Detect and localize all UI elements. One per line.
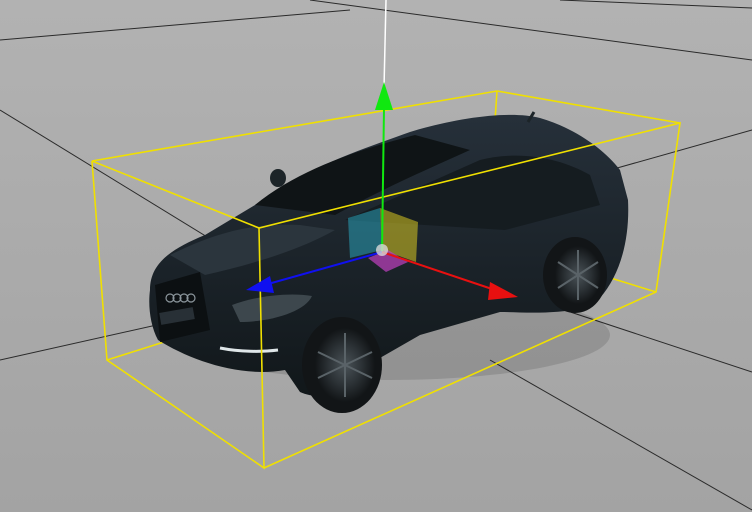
car-front-wheel	[302, 317, 382, 413]
car-side-mirror	[270, 169, 286, 187]
gizmo-center-handle[interactable]	[376, 244, 388, 256]
scene-canvas[interactable]	[0, 0, 752, 512]
3d-viewport[interactable]	[0, 0, 752, 512]
car-rear-wheel	[543, 237, 607, 313]
